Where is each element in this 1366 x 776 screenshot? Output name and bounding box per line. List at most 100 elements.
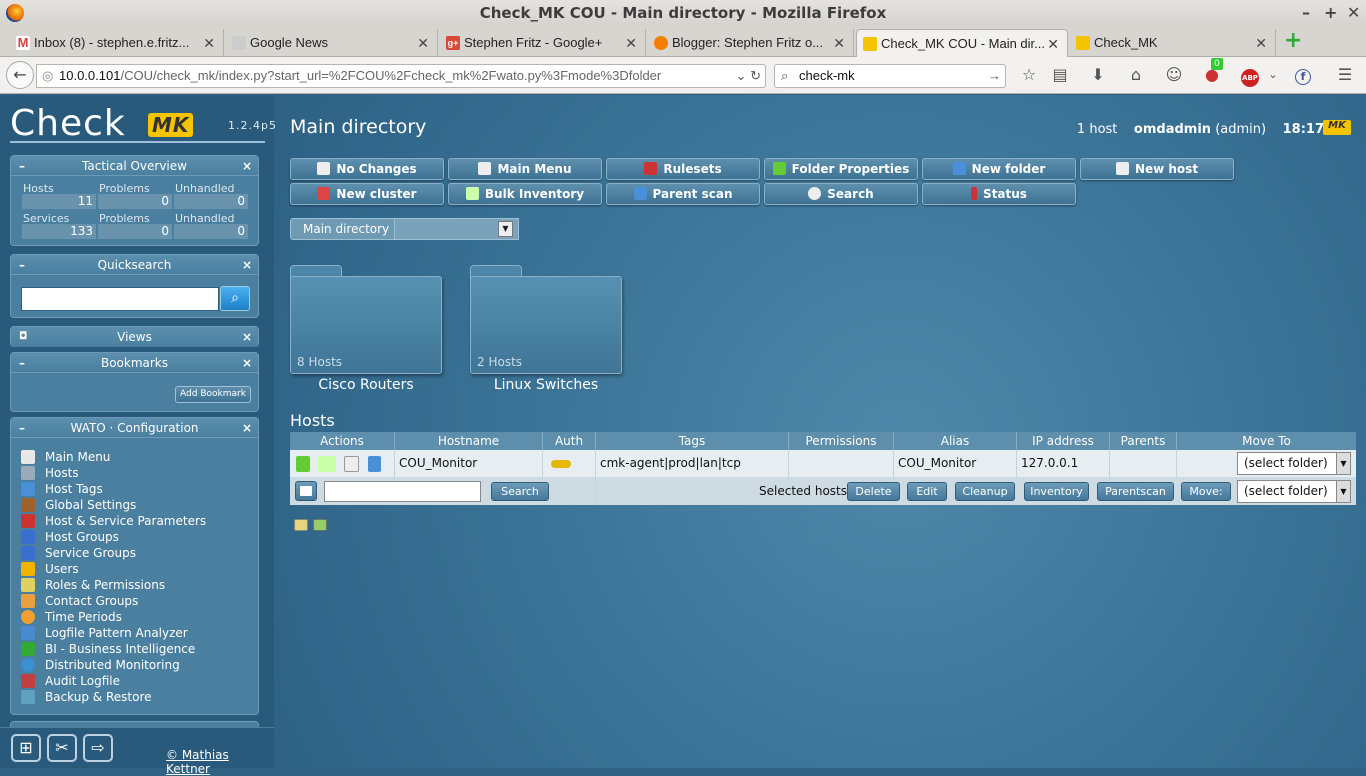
facebook-icon[interactable]: f (1292, 64, 1314, 86)
column-header[interactable]: Actions (290, 432, 395, 450)
chat-icon[interactable]: ☺ (1163, 64, 1185, 86)
wato-item-global-settings[interactable]: Global Settings (21, 497, 136, 513)
bulk-move-select[interactable]: (select folder) ▼ (1237, 480, 1351, 503)
addon-icon[interactable]: ● 0 (1201, 58, 1223, 86)
maximize-icon[interactable]: + (1324, 0, 1337, 26)
wato-item-hosts[interactable]: Hosts (21, 465, 79, 481)
rulesets-button[interactable]: Rulesets (606, 158, 760, 180)
services-count[interactable]: 133 (22, 224, 96, 239)
chevron-down-icon[interactable]: ▼ (498, 221, 513, 237)
folder-cisco-routers[interactable]: 8 Hosts Cisco Routers (290, 265, 442, 395)
bulk-parentscan-button[interactable]: Parentscan (1097, 482, 1174, 501)
column-header[interactable]: Tags (596, 432, 789, 450)
adblock-icon[interactable]: ABP (1239, 64, 1261, 87)
bulk-inventory-button[interactable]: Bulk Inventory (448, 183, 602, 205)
wato-item-audit-logfile[interactable]: Audit Logfile (21, 673, 120, 689)
chevron-down-icon[interactable]: ⌄ (1262, 64, 1284, 86)
close-tab-icon[interactable]: ✕ (1255, 29, 1267, 57)
minimize-snapin-icon[interactable]: – (19, 353, 25, 373)
wato-item-contact-groups[interactable]: Contact Groups (21, 593, 138, 609)
host-search-input[interactable] (324, 481, 481, 502)
parent-scan-button[interactable]: Parent scan (606, 183, 760, 205)
new-folder-button[interactable]: New folder (922, 158, 1076, 180)
url-bar[interactable]: ◎ 10.0.0.101/COU/check_mk/index.py?start_… (36, 64, 766, 88)
quicksearch-button[interactable]: ⌕ (220, 286, 250, 311)
tab-checkmk[interactable]: Check_MK ✕ (1070, 29, 1276, 57)
reading-list-icon[interactable]: ▤ (1049, 64, 1071, 86)
minimize-snapin-icon[interactable]: – (19, 418, 25, 438)
folder-properties-button[interactable]: Folder Properties (764, 158, 918, 180)
search-bar[interactable]: ⌕ check-mk → (774, 64, 1006, 88)
close-window-icon[interactable]: ✕ (1347, 0, 1360, 26)
services-problems-count[interactable]: 0 (98, 224, 172, 239)
user-settings-button[interactable]: ✂ (47, 734, 77, 762)
wato-item-time-periods[interactable]: Time Periods (21, 609, 122, 625)
import-icon[interactable] (294, 519, 308, 531)
close-snapin-icon[interactable]: × (242, 327, 252, 347)
bulk-inventory-button[interactable]: Inventory (1024, 482, 1089, 501)
folder-name[interactable]: Linux Switches (470, 377, 622, 393)
new-host-button[interactable]: New host (1080, 158, 1234, 180)
services-unhandled-count[interactable]: 0 (174, 224, 248, 239)
status-button[interactable]: Status (922, 183, 1076, 205)
no-changes-button[interactable]: No Changes (290, 158, 444, 180)
wato-item-host-groups[interactable]: Host Groups (21, 529, 119, 545)
wato-item-logfile-pattern-analyzer[interactable]: Logfile Pattern Analyzer (21, 625, 188, 641)
bookmark-star-icon[interactable]: ☆ (1018, 64, 1040, 86)
maximize-snapin-icon[interactable]: ◘ (19, 327, 27, 347)
folder-body[interactable]: 2 Hosts (470, 276, 622, 374)
inventory-icon[interactable] (317, 455, 336, 472)
minimize-snapin-icon[interactable]: – (19, 255, 25, 275)
tab-gmail[interactable]: M Inbox (8) - stephen.e.fritz... ✕ (10, 29, 224, 57)
wato-item-service-groups[interactable]: Service Groups (21, 545, 136, 561)
folder-body[interactable]: 8 Hosts (290, 276, 442, 374)
edit-icon[interactable] (296, 455, 310, 472)
host-search-button[interactable]: Search (491, 482, 549, 501)
clone-icon[interactable] (343, 455, 359, 472)
wato-item-host-service-parameters[interactable]: Host & Service Parameters (21, 513, 206, 529)
reload-icon[interactable]: ⌄ ↻ (731, 65, 761, 87)
hosts-count[interactable]: 11 (22, 194, 96, 209)
wato-item-users[interactable]: Users (21, 561, 79, 577)
minimize-icon[interactable]: – (1302, 0, 1310, 26)
wato-item-bi[interactable]: BI - Business Intelligence (21, 641, 195, 657)
tab-blogger[interactable]: Blogger: Stephen Fritz o... ✕ (648, 29, 854, 57)
column-header[interactable]: Hostname (395, 432, 543, 450)
main-menu-button[interactable]: Main Menu (448, 158, 602, 180)
select-all-button[interactable] (295, 481, 317, 501)
close-snapin-icon[interactable]: × (242, 156, 252, 176)
delete-icon[interactable] (368, 455, 382, 472)
new-cluster-button[interactable]: New cluster (290, 183, 444, 205)
close-tab-icon[interactable]: ✕ (203, 29, 215, 57)
column-header[interactable]: IP address (1017, 432, 1110, 450)
search-go-icon[interactable]: → (988, 65, 1001, 87)
column-header[interactable]: Move To (1177, 432, 1356, 450)
bulk-delete-button[interactable]: Delete (847, 482, 900, 501)
column-header[interactable]: Alias (894, 432, 1017, 450)
bulk-move-button[interactable]: Move: (1181, 482, 1231, 501)
close-snapin-icon[interactable]: × (242, 353, 252, 373)
export-icon[interactable] (313, 519, 327, 531)
tab-checkmk-main[interactable]: Check_MK COU - Main dir... ✕ (856, 29, 1068, 57)
add-snapin-button[interactable]: ⊞ (11, 734, 41, 762)
search-button[interactable]: Search (764, 183, 918, 205)
tab-google-plus[interactable]: g+ Stephen Fritz - Google+ ✕ (440, 29, 646, 57)
wato-item-host-tags[interactable]: Host Tags (21, 481, 103, 497)
add-bookmark-button[interactable]: Add Bookmark (175, 386, 251, 403)
site-info-icon[interactable]: ◎ (42, 65, 53, 87)
bulk-cleanup-button[interactable]: Cleanup (955, 482, 1015, 501)
wato-item-distributed-monitoring[interactable]: Distributed Monitoring (21, 657, 180, 673)
wato-item-roles-permissions[interactable]: Roles & Permissions (21, 577, 165, 593)
back-button[interactable]: ← (6, 61, 34, 89)
wato-item-backup-restore[interactable]: Backup & Restore (21, 689, 152, 705)
column-header[interactable]: Auth (543, 432, 596, 450)
move-to-select[interactable]: (select folder) ▼ (1237, 452, 1351, 475)
tab-google-news[interactable]: Google News ✕ (226, 29, 438, 57)
new-tab-icon[interactable]: + (1284, 30, 1304, 52)
downloads-icon[interactable]: ⬇ (1087, 64, 1109, 86)
column-header[interactable]: Permissions (789, 432, 894, 450)
folder-linux-switches[interactable]: 2 Hosts Linux Switches (470, 265, 622, 395)
hosts-unhandled-count[interactable]: 0 (174, 194, 248, 209)
credit-link[interactable]: © Mathias Kettner (166, 748, 274, 776)
close-tab-icon[interactable]: ✕ (833, 29, 845, 57)
